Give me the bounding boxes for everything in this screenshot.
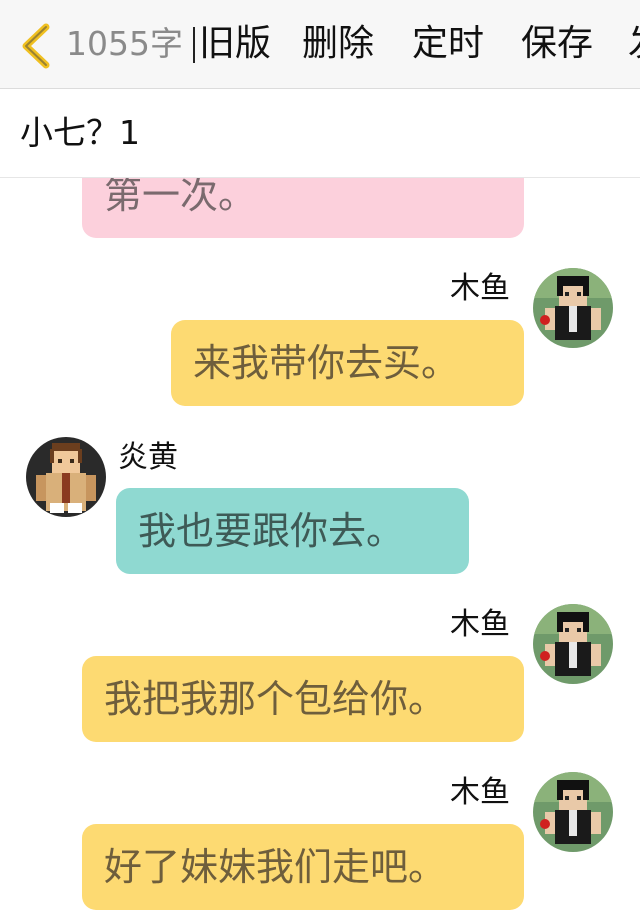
publish-button[interactable]: 发	[628, 22, 640, 66]
avatar-black-hair-icon[interactable]	[533, 772, 613, 852]
nav-divider	[193, 27, 195, 63]
message-text: 来我带你去买。	[193, 341, 460, 385]
sender-name: 木鱼	[450, 271, 510, 306]
avatar-black-hair-icon[interactable]	[533, 268, 613, 348]
sender-name: 木鱼	[450, 607, 510, 642]
old-version-button[interactable]: 旧版	[199, 22, 271, 66]
message-text: 我也要跟你去。	[138, 509, 405, 553]
message-bubble[interactable]: 第一次。	[82, 178, 524, 238]
message-bubble[interactable]: 好了妹妹我们走吧。	[82, 824, 524, 910]
avatar-black-hair-icon[interactable]	[533, 604, 613, 684]
sender-name: 木鱼	[450, 775, 510, 810]
story-title-bar[interactable]: 小七？1	[0, 89, 640, 178]
story-title[interactable]: 小七？1	[20, 111, 140, 155]
message-text: 我把我那个包给你。	[104, 677, 447, 721]
message-text: 好了妹妹我们走吧。	[104, 845, 447, 889]
word-count: 1055字	[66, 24, 183, 63]
top-nav-bar: 1055字 旧版 删除 定时 保存 发	[0, 0, 640, 89]
message-bubble[interactable]: 我把我那个包给你。	[82, 656, 524, 742]
schedule-button[interactable]: 定时	[412, 22, 484, 66]
message-text: 第一次。	[104, 178, 257, 217]
avatar-brown-hair-icon[interactable]	[26, 437, 106, 517]
message-bubble[interactable]: 我也要跟你去。	[116, 488, 469, 574]
chat-list[interactable]: 第一次。 木鱼 来我带你去买。 炎黄 我也要跟你去。 木鱼 我把我那个包给你。 …	[0, 178, 640, 916]
delete-button[interactable]: 删除	[302, 22, 374, 66]
back-chevron-icon[interactable]	[18, 23, 52, 69]
save-button[interactable]: 保存	[521, 22, 593, 66]
message-bubble[interactable]: 来我带你去买。	[171, 320, 524, 406]
sender-name: 炎黄	[118, 440, 178, 475]
